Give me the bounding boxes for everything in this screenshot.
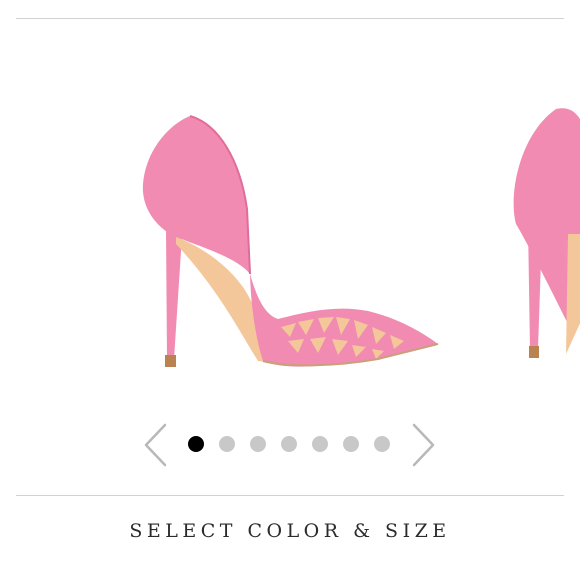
pink-heel-shoe-image-next (513, 108, 580, 358)
pagination-dot[interactable] (343, 436, 359, 452)
pagination-dots (0, 422, 580, 468)
carousel-navigation (0, 422, 580, 468)
pagination-dot[interactable] (312, 436, 328, 452)
pagination-dot[interactable] (374, 436, 390, 452)
product-image-carousel[interactable] (0, 19, 580, 419)
pagination-dot-active[interactable] (188, 436, 204, 452)
pagination-dot[interactable] (219, 436, 235, 452)
pink-heel-shoe-image (142, 115, 439, 367)
chevron-right-icon (412, 423, 435, 467)
pagination-dot[interactable] (250, 436, 266, 452)
bottom-divider (16, 495, 564, 496)
select-color-size-button[interactable]: SELECT COLOR & SIZE (0, 520, 580, 542)
next-image-button[interactable] (408, 422, 438, 468)
pagination-dot[interactable] (281, 436, 297, 452)
